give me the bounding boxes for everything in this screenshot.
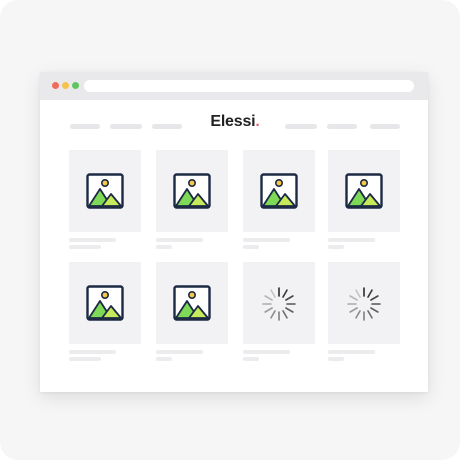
browser-window: Elessi. [40,72,428,392]
spinner-icon [347,287,381,321]
image-icon [173,173,211,209]
brand-name: Elessi [210,113,256,130]
product-title-placeholder [69,238,116,242]
product-price-placeholder [243,245,259,249]
product-title-placeholder [156,238,203,242]
product-price-placeholder [156,357,172,361]
nav-item-placeholder[interactable] [152,124,182,129]
product-card[interactable] [156,262,228,344]
product-card[interactable] [69,262,141,344]
brand-dot: . [255,113,260,130]
minimize-window-button[interactable] [62,82,69,89]
address-bar[interactable] [84,80,414,92]
product-card[interactable] [328,150,400,232]
product-card[interactable] [328,262,400,344]
browser-toolbar [40,72,428,100]
nav-item-placeholder[interactable] [370,124,400,129]
maximize-window-button[interactable] [72,82,79,89]
product-price-placeholder [243,357,259,361]
nav-item-placeholder[interactable] [327,124,357,129]
product-price-placeholder [328,357,344,361]
nav-item-placeholder[interactable] [70,124,100,129]
image-icon [345,173,383,209]
image-icon [86,285,124,321]
product-price-placeholder [69,357,101,361]
product-card[interactable] [69,150,141,232]
product-title-placeholder [243,238,290,242]
product-title-placeholder [243,350,290,354]
image-icon [86,173,124,209]
spinner-icon [262,287,296,321]
image-icon [260,173,298,209]
product-price-placeholder [69,245,101,249]
product-card[interactable] [156,150,228,232]
product-price-placeholder [328,245,344,249]
nav-item-placeholder[interactable] [285,124,317,129]
product-price-placeholder [156,245,172,249]
image-icon [173,285,211,321]
nav-item-placeholder[interactable] [110,124,142,129]
product-card[interactable] [243,150,315,232]
product-title-placeholder [69,350,116,354]
product-title-placeholder [156,350,203,354]
close-window-button[interactable] [52,82,59,89]
product-title-placeholder [328,238,375,242]
product-card[interactable] [243,262,315,344]
brand-logo[interactable]: Elessi. [210,113,260,131]
product-title-placeholder [328,350,375,354]
